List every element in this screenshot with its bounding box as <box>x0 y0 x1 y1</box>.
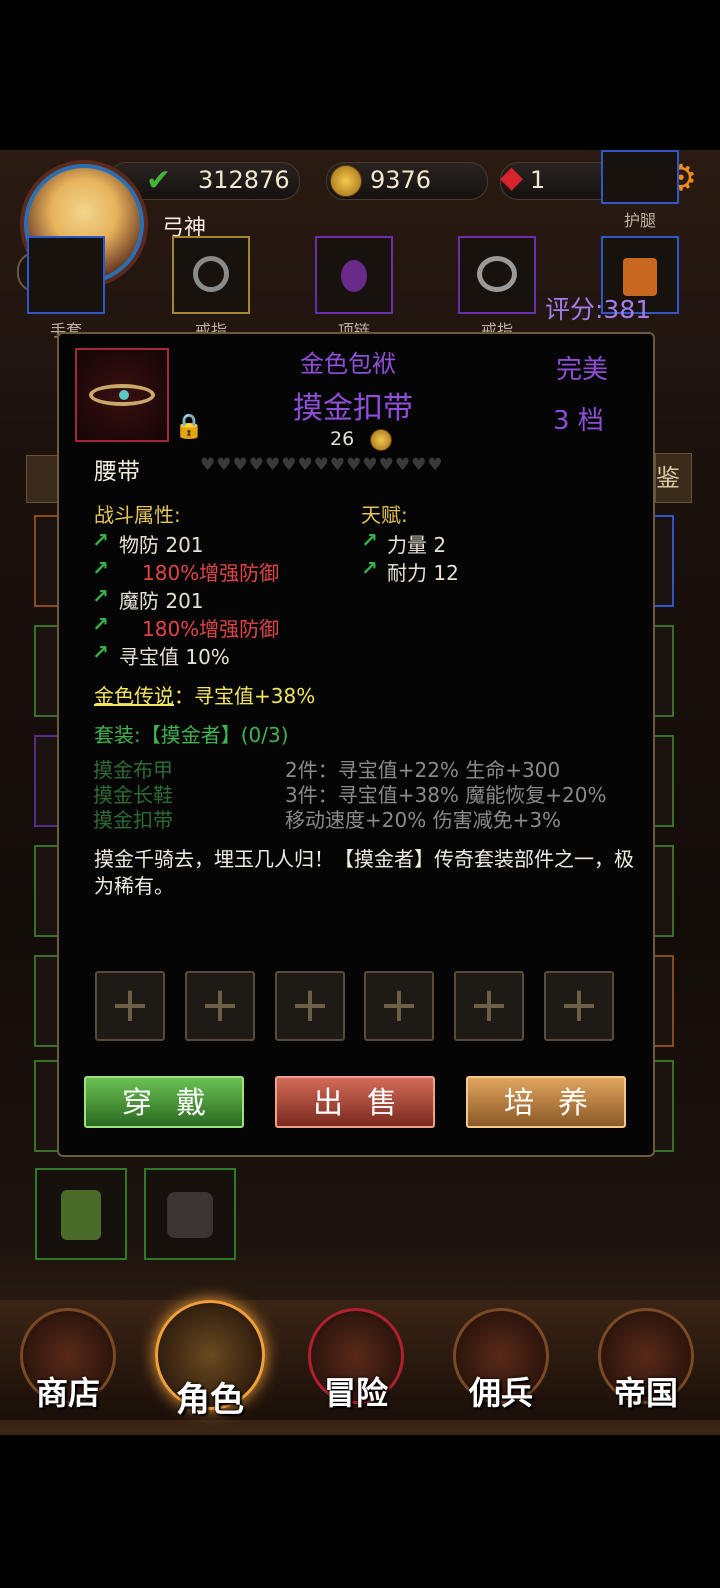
nav-character-label: 角色 <box>176 1380 244 1420</box>
combat-stats-title: 战斗属性: <box>94 503 181 527</box>
lock-icon[interactable]: 🔒 <box>174 412 204 440</box>
inventory-slot[interactable] <box>144 1168 236 1260</box>
appraise-tab[interactable]: 鉴 <box>655 453 692 503</box>
necklace-slot[interactable] <box>315 236 393 314</box>
socket-slot[interactable]: + <box>364 971 434 1041</box>
talent-title: 天赋: <box>361 503 408 527</box>
item-icon <box>75 348 169 442</box>
nav-adventure-label: 冒险 <box>323 1374 388 1412</box>
ring-icon <box>193 256 229 292</box>
stat-phys-def-bonus: 180%增强防御 <box>142 561 280 585</box>
legendary-effect[interactable]: 金色传说：寻宝值+38% <box>94 680 315 709</box>
item-name: 摸金扣带 <box>293 391 413 426</box>
legendary-label[interactable]: 金色传说 <box>94 684 174 708</box>
left-tab[interactable] <box>26 455 60 503</box>
xp-check-icon: ✔ <box>146 163 172 198</box>
leggings-slot[interactable] <box>601 150 679 204</box>
nav-empire-label: 帝国 <box>613 1374 678 1412</box>
up-arrow-icon: ↗ <box>92 640 109 664</box>
necklace-icon <box>341 260 367 292</box>
up-arrow-icon: ↗ <box>92 556 109 580</box>
legendary-value: ：寻宝值+38% <box>174 684 316 708</box>
red-gem-icon: ◆ <box>500 160 524 195</box>
up-arrow-icon: ↗ <box>92 528 109 552</box>
gold-value: 9376 <box>370 166 432 194</box>
set-bonus: 移动速度+20% 伤害减免+3% <box>285 808 562 832</box>
socket-slot[interactable]: + <box>544 971 614 1041</box>
leggings-slot-label: 护腿 <box>623 211 656 230</box>
coin-cost: 26 <box>330 428 355 450</box>
talent-stamina: 耐力 12 <box>387 561 459 585</box>
stat-magic-def: 魔防 201 <box>119 589 204 613</box>
inventory-slot[interactable] <box>35 1168 127 1260</box>
heart-rating: ♥♥♥♥♥♥♥♥♥♥♥♥♥♥♥ <box>200 455 444 475</box>
wear-button[interactable]: 穿戴 <box>84 1076 244 1128</box>
item-quality: 金色包袱 <box>300 350 396 378</box>
socket-slot[interactable]: + <box>454 971 524 1041</box>
ring-slot-2[interactable] <box>458 236 536 314</box>
equipment-score: 评分:381 <box>545 295 652 324</box>
up-arrow-icon: ↗ <box>361 528 378 552</box>
socket-slot[interactable]: + <box>95 971 165 1041</box>
item-type: 腰带 <box>94 459 140 485</box>
item-description: 摸金千骑去，埋玉几人归！【摸金者】传奇套装部件之一，极为稀有。 <box>94 847 634 898</box>
set-title: 套装:【摸金者】(0/3) <box>94 723 289 747</box>
nav-shop-label: 商店 <box>35 1374 100 1412</box>
armor-icon <box>61 1190 101 1240</box>
up-arrow-icon: ↗ <box>92 612 109 636</box>
nav-mercenary-label: 佣兵 <box>468 1374 533 1412</box>
xp-value: 312876 <box>198 166 290 194</box>
stat-treasure: 寻宝值 10% <box>119 645 230 669</box>
socket-slot[interactable]: + <box>185 971 255 1041</box>
belt-icon <box>89 384 155 406</box>
up-arrow-icon: ↗ <box>92 584 109 608</box>
talent-strength: 力量 2 <box>387 533 447 557</box>
gloves-slot[interactable] <box>27 236 105 314</box>
gold-coin-icon <box>330 165 362 197</box>
set-piece: 摸金扣带 <box>93 808 173 832</box>
up-arrow-icon: ↗ <box>361 556 378 580</box>
socket-slot[interactable]: + <box>275 971 345 1041</box>
ring-icon <box>477 256 517 292</box>
chest-armor-icon <box>167 1192 213 1238</box>
stat-magic-def-bonus: 180%增强防御 <box>142 617 280 641</box>
train-button[interactable]: 培养 <box>466 1076 626 1128</box>
item-tier: 3 档 <box>553 406 604 436</box>
item-grade: 完美 <box>556 355 609 385</box>
sell-button[interactable]: 出售 <box>275 1076 435 1128</box>
stat-phys-def: 物防 201 <box>119 533 204 557</box>
gem-value: 1 <box>530 166 546 194</box>
coin-icon <box>370 429 392 451</box>
ring-slot-1[interactable] <box>172 236 250 314</box>
